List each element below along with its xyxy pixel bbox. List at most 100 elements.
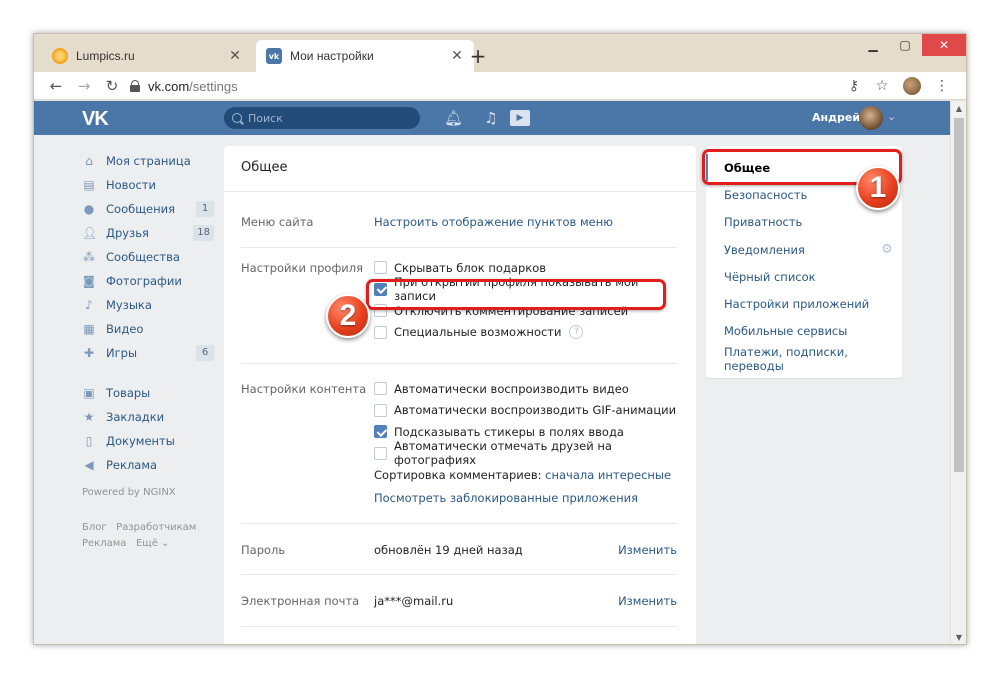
star-icon: ★ <box>83 410 95 424</box>
autoplay-video-checkbox[interactable]: Автоматически воспроизводить видео <box>374 378 677 400</box>
checkbox-box[interactable] <box>374 325 387 339</box>
section-payments[interactable]: Платежи, подписки, переводы <box>706 345 902 373</box>
nav-label: Сообщения <box>106 202 176 216</box>
nav-communities[interactable]: ⁂ Сообщества <box>82 245 214 269</box>
news-icon: ▤ <box>83 178 95 192</box>
checkbox-box[interactable] <box>374 403 387 417</box>
accessibility-checkbox[interactable]: Специальные возможности? <box>374 322 677 344</box>
chevron-down-icon[interactable]: ⌄ <box>887 110 896 123</box>
auto-tag-friends-checkbox[interactable]: Автоматически отмечать друзей на фотогра… <box>374 439 677 467</box>
friend-icon: 👤︎ <box>82 226 98 240</box>
change-email-link[interactable]: Изменить <box>618 594 677 608</box>
comment-sort-dropdown[interactable]: сначала интересные <box>545 468 671 482</box>
kebab-menu-icon[interactable]: ⋮ <box>932 76 952 96</box>
gear-icon[interactable]: ⚙ <box>880 242 894 257</box>
nav-ads[interactable]: ◀ Реклама <box>82 453 214 477</box>
scroll-up-icon[interactable]: ▲ <box>951 101 966 117</box>
group-icon: ⁂ <box>83 250 95 264</box>
nav-photos[interactable]: ◙ Фотографии <box>82 269 214 293</box>
scroll-thumb[interactable] <box>954 118 964 472</box>
configure-menu-link[interactable]: Настроить отображение пунктов меню <box>374 215 613 229</box>
help-icon[interactable]: ? <box>569 325 584 340</box>
nav-label: Друзья <box>106 226 149 240</box>
nav-label: Сообщества <box>106 250 180 264</box>
nav-label: Реклама <box>106 458 158 472</box>
vk-header: VK Поиск 🔔︎ ♫ ▶ Андрей ⌄ <box>34 101 950 135</box>
browser-toolbar: ← → ↻ vk.com/settings ⚷ ☆ ⋮ <box>34 72 966 100</box>
section-mobile-services[interactable]: Мобильные сервисы <box>706 318 902 345</box>
window-close-icon[interactable]: ✕ <box>922 34 966 56</box>
nav-games[interactable]: ✚ Игры 6 <box>82 341 214 365</box>
profile-avatar-icon[interactable] <box>903 77 921 95</box>
row-label: Настройки контента <box>241 382 367 396</box>
maximize-icon[interactable]: ▢ <box>888 34 922 56</box>
home-icon: ⌂ <box>85 154 93 168</box>
new-tab-button[interactable]: + <box>466 44 490 68</box>
footer-blog-link[interactable]: Блог <box>82 522 107 533</box>
tab-vk-settings[interactable]: vk Мои настройки ✕ <box>256 40 474 72</box>
browser-window: Lumpics.ru ✕ vk Мои настройки ✕ + ▁ ▢ ✕ … <box>33 33 967 645</box>
tab-title: Lumpics.ru <box>76 49 135 63</box>
reload-icon[interactable]: ↻ <box>102 76 122 96</box>
user-name[interactable]: Андрей <box>812 111 860 124</box>
friends-count: 18 <box>193 225 214 241</box>
email-value: ja***@mail.ru <box>374 594 454 608</box>
avatar[interactable] <box>859 106 883 130</box>
nav-messages[interactable]: ● Сообщения 1 <box>82 197 214 221</box>
scroll-down-icon[interactable]: ▼ <box>951 630 966 644</box>
nav-friends[interactable]: 👤︎ Друзья 18 <box>82 221 214 245</box>
section-privacy[interactable]: Приватность <box>706 209 902 236</box>
nav-documents[interactable]: ▯ Документы <box>82 429 214 453</box>
search-input[interactable]: Поиск <box>224 107 420 129</box>
search-icon <box>232 113 242 123</box>
blocked-apps-link[interactable]: Посмотреть заблокированные приложения <box>374 491 638 505</box>
section-app-settings[interactable]: Настройки приложений <box>706 290 902 317</box>
nav-label: Игры <box>106 346 138 360</box>
footer-more-link[interactable]: Ещё <box>136 538 158 549</box>
comment-sort-label: Сортировка комментариев: <box>374 467 542 482</box>
music-note-icon[interactable]: ♫ <box>482 109 500 127</box>
key-icon[interactable]: ⚷ <box>844 76 864 96</box>
nav-bookmarks[interactable]: ★ Закладки <box>82 405 214 429</box>
bag-icon: ▣ <box>83 386 95 400</box>
search-placeholder: Поиск <box>248 111 283 125</box>
nav-goods[interactable]: ▣ Товары <box>82 381 214 405</box>
tab-close-icon[interactable]: ✕ <box>228 48 242 64</box>
tab-close-icon[interactable]: ✕ <box>450 48 464 64</box>
checkbox-box[interactable] <box>374 425 387 439</box>
checkbox-box[interactable] <box>374 446 387 460</box>
star-icon[interactable]: ☆ <box>872 76 892 96</box>
nav-label: Моя страница <box>106 154 191 168</box>
row-label: Меню сайта <box>241 215 314 229</box>
footer-developers-link[interactable]: Разработчикам <box>116 522 196 533</box>
step-badge-1: 1 <box>856 166 900 210</box>
left-menu: ⌂ Моя страница ▤ Новости ● Сообщения 1 👤︎ Дру… <box>82 149 214 552</box>
music-icon: ♪ <box>85 298 93 312</box>
nav-label: Закладки <box>106 410 165 424</box>
bell-icon[interactable]: 🔔︎ <box>444 109 463 127</box>
nav-label: Музыка <box>106 298 152 312</box>
arrow-right-icon[interactable]: → <box>74 76 94 96</box>
footer-ads-link[interactable]: Реклама <box>82 538 126 549</box>
chevron-down-icon[interactable]: ⌄ <box>161 538 169 549</box>
checkbox-box[interactable] <box>374 261 387 275</box>
section-notifications[interactable]: Уведомления ⚙ <box>706 236 902 263</box>
vk-logo[interactable]: VK <box>82 108 109 131</box>
minimize-icon[interactable]: ▁ <box>856 34 890 56</box>
address-host: vk.com <box>148 78 190 94</box>
arrow-left-icon[interactable]: ← <box>46 76 66 96</box>
nav-my-page[interactable]: ⌂ Моя страница <box>82 149 214 173</box>
nav-label: Видео <box>106 322 144 336</box>
change-password-link[interactable]: Изменить <box>618 543 677 557</box>
address-bar[interactable]: vk.com/settings <box>130 75 870 97</box>
checkbox-box[interactable] <box>374 382 387 396</box>
nav-news[interactable]: ▤ Новости <box>82 173 214 197</box>
page-scrollbar[interactable]: ▲ ▼ <box>950 101 966 644</box>
tab-lumpics[interactable]: Lumpics.ru ✕ <box>42 40 252 72</box>
page-title: Общее <box>224 146 696 192</box>
play-icon[interactable]: ▶ <box>510 110 530 126</box>
section-blacklist[interactable]: Чёрный список <box>706 263 902 290</box>
autoplay-gif-checkbox[interactable]: Автоматически воспроизводить GIF-анимаци… <box>374 400 677 422</box>
nav-video[interactable]: ▦ Видео <box>82 317 214 341</box>
nav-music[interactable]: ♪ Музыка <box>82 293 214 317</box>
